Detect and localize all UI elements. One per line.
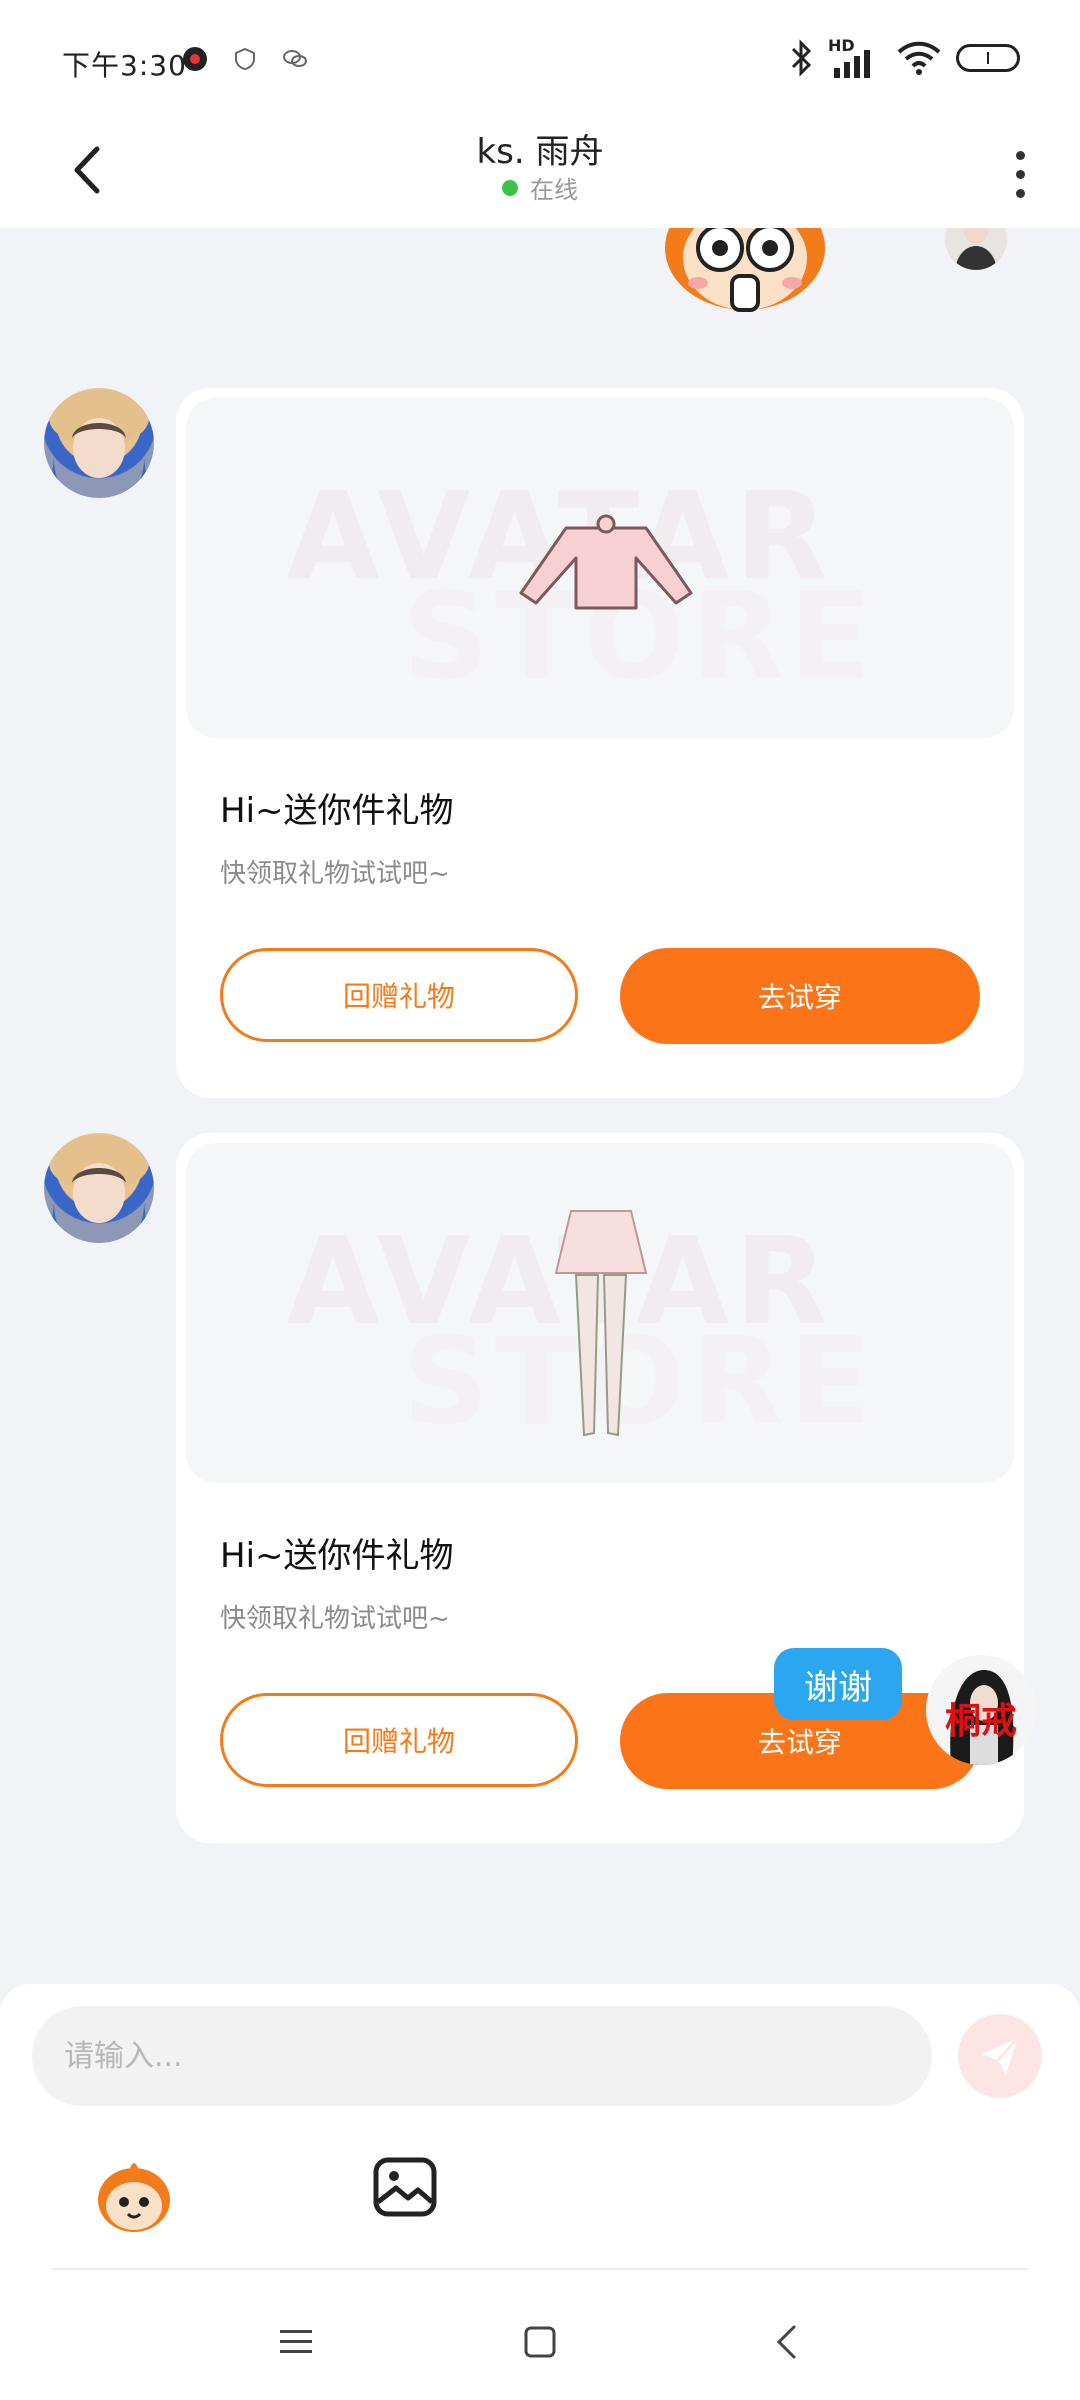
image-picker-icon[interactable] [372, 2154, 438, 2220]
dot [1015, 150, 1025, 160]
chat-area[interactable]: AVATAR STORE Hi~送你件礼物 快领取礼物试试吧~ 回赠礼物 去试穿… [0, 228, 1080, 1988]
menu-nav-button[interactable] [266, 2312, 326, 2372]
status-time: 下午3:30 [62, 49, 187, 82]
contact-name: ks. 雨舟 [476, 132, 604, 172]
sticker-icon[interactable] [92, 2154, 176, 2238]
message-input[interactable] [62, 2037, 886, 2075]
status-bar: 下午3:30 HD [0, 0, 1080, 120]
menu-icon [280, 2330, 312, 2353]
composer-panel [0, 1984, 1080, 2400]
system-nav-bar [0, 2284, 1080, 2400]
online-status: 在线 [0, 170, 1080, 205]
my-avatar[interactable]: 桐戒 [926, 1655, 1036, 1765]
home-icon [524, 2326, 556, 2358]
gift-card: AVATAR STORE Hi~送你件礼物 快领取礼物试试吧~ 回赠礼物 去试穿 [176, 388, 1024, 1098]
send-icon [982, 2036, 1020, 2074]
my-message-bubble[interactable]: 谢谢 [774, 1648, 902, 1720]
online-status-label: 在线 [530, 176, 578, 204]
back-icon [776, 2325, 796, 2359]
dot [1015, 188, 1025, 198]
sweater-icon [519, 514, 693, 610]
gift-subtitle: 快领取礼物试试吧~ [220, 1604, 450, 1634]
return-gift-button[interactable]: 回赠礼物 [220, 1693, 578, 1787]
gift-title: Hi~送你件礼物 [220, 1536, 454, 1576]
wifi-icon [897, 41, 941, 75]
battery-icon [956, 44, 1020, 72]
gift-title: Hi~送你件礼物 [220, 791, 454, 831]
notification-app-icon [182, 46, 208, 72]
status-right-group: HD [788, 36, 1020, 78]
chat-notification-icon [282, 46, 308, 72]
contact-avatar[interactable] [44, 1133, 154, 1243]
gift-image[interactable]: AVATAR STORE [186, 1143, 1014, 1483]
dot [1015, 169, 1025, 179]
skirt-stockings-icon [554, 1210, 648, 1437]
back-nav-button[interactable] [756, 2312, 816, 2372]
signal-icon [834, 50, 870, 78]
more-options-button[interactable] [1000, 134, 1040, 214]
online-dot [502, 179, 518, 196]
my-avatar-partial[interactable] [945, 228, 1007, 270]
try-on-button[interactable]: 去试穿 [620, 948, 980, 1044]
home-nav-button[interactable] [510, 2312, 570, 2372]
gift-subtitle: 快领取礼物试试吧~ [220, 859, 450, 889]
message-input-box[interactable] [32, 2006, 932, 2106]
shield-icon [232, 46, 258, 72]
sticker-message[interactable] [640, 228, 840, 338]
my-avatar-text: 桐戒 [945, 1700, 1017, 1742]
send-button[interactable] [958, 2014, 1042, 2098]
chat-header: ks. 雨舟 在线 [0, 120, 1080, 228]
contact-avatar[interactable] [44, 388, 154, 498]
divider [52, 2268, 1028, 2270]
gift-image[interactable]: AVATAR STORE [186, 398, 1014, 738]
return-gift-button[interactable]: 回赠礼物 [220, 948, 578, 1042]
bluetooth-icon [791, 39, 812, 77]
signal-group: HD [828, 36, 882, 78]
gift-card: AVATAR STORE Hi~送你件礼物 快领取礼物试试吧~ 回赠礼物 去试穿 [176, 1133, 1024, 1843]
